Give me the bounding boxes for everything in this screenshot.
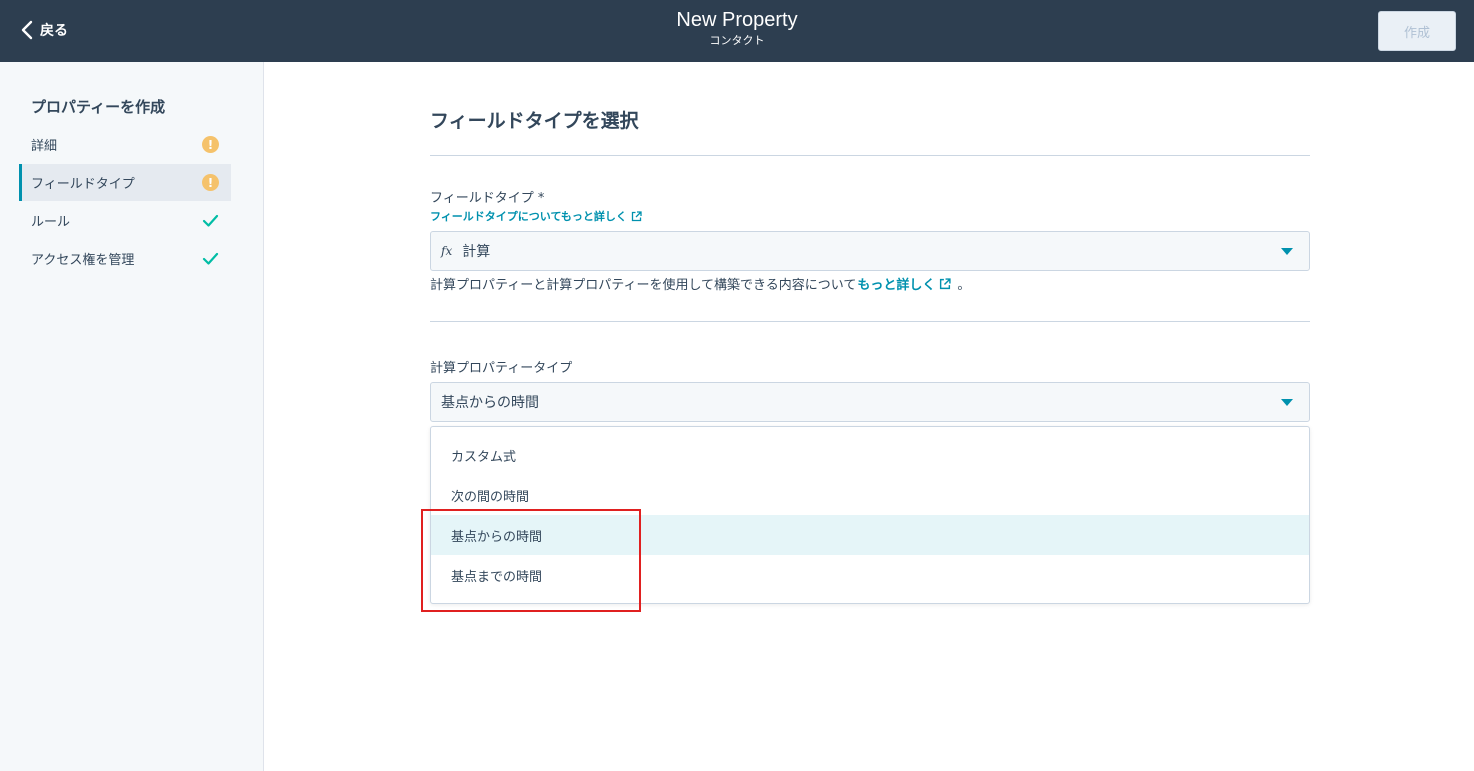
sidebar-item-field-type[interactable]: フィールドタイプ ! [19, 164, 231, 201]
top-bar: 戻る New Property コンタクト 作成 [0, 0, 1474, 62]
divider [430, 155, 1310, 156]
calc-type-select[interactable]: 基点からの時間 [430, 382, 1310, 422]
link-text: もっと詳しく [857, 278, 936, 293]
sidebar: プロパティーを作成 詳細 ! フィールドタイプ ! ルール アクセス権を管理 [0, 62, 264, 771]
title-block: New Property コンタクト [0, 7, 1474, 49]
section-heading: フィールドタイプを選択 [430, 110, 639, 132]
page-title: New Property [676, 9, 798, 31]
sidebar-title: プロパティーを作成 [31, 98, 166, 116]
calc-type-value: 基点からの時間 [441, 395, 539, 411]
sidebar-item-details[interactable]: 詳細 ! [19, 126, 231, 163]
checkmark-icon [202, 250, 219, 267]
page-subtitle: コンタクト [709, 34, 765, 47]
external-link-icon [940, 277, 952, 289]
help-text: 計算プロパティーと計算プロパティーを使用して構築できる内容について もっと詳しく… [430, 274, 970, 293]
create-button[interactable]: 作成 [1378, 11, 1456, 51]
calc-type-dropdown-menu: カスタム式 次の間の時間 基点からの時間 基点までの時間 [430, 426, 1310, 604]
help-learn-more-link[interactable]: もっと詳しく [857, 274, 952, 293]
warning-icon: ! [202, 136, 219, 153]
sidebar-item-label: ルール [31, 215, 71, 230]
option-time-until[interactable]: 基点までの時間 [431, 555, 1309, 595]
option-custom-formula[interactable]: カスタム式 [431, 435, 1309, 475]
field-type-learn-more-link[interactable]: フィールドタイプについてもっと詳しく [430, 208, 642, 224]
function-icon: fx [441, 244, 453, 258]
help-text-end: 。 [957, 278, 971, 293]
help-text-body: 計算プロパティーと計算プロパティーを使用して構築できる内容について [430, 278, 857, 293]
calc-type-label: 計算プロパティータイプ [430, 361, 573, 376]
divider [430, 321, 1310, 322]
link-text: フィールドタイプについてもっと詳しく [430, 210, 627, 223]
sidebar-item-label: フィールドタイプ [31, 177, 135, 192]
field-type-select[interactable]: fx 計算 [430, 231, 1310, 271]
option-time-between[interactable]: 次の間の時間 [431, 475, 1309, 515]
sidebar-item-label: アクセス権を管理 [31, 253, 135, 268]
checkmark-icon [202, 212, 219, 229]
caret-down-icon [1281, 248, 1293, 255]
sidebar-item-label: 詳細 [31, 139, 58, 154]
option-time-since[interactable]: 基点からの時間 [431, 515, 1309, 555]
caret-down-icon [1281, 399, 1293, 406]
external-link-icon [631, 210, 642, 221]
field-type-label: フィールドタイプ * [430, 191, 545, 206]
warning-icon: ! [202, 174, 219, 191]
field-type-value: 計算 [462, 244, 491, 260]
sidebar-item-rules[interactable]: ルール [19, 202, 231, 239]
sidebar-item-access[interactable]: アクセス権を管理 [19, 240, 231, 277]
